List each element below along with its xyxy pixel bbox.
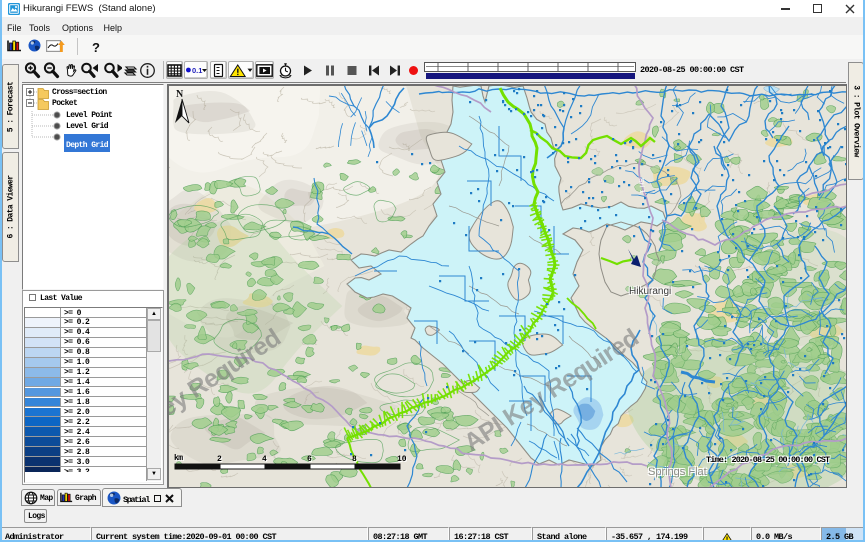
svg-text:Time: 2020-08-25 00:00:00 CST: Time: 2020-08-25 00:00:00 CST [706, 455, 830, 465]
svg-text:10: 10 [397, 455, 407, 464]
svg-text:0.1: 0.1 [192, 66, 202, 75]
svg-text:N: N [176, 89, 184, 100]
svg-text:km: km [174, 454, 183, 463]
svg-text:2: 2 [217, 455, 222, 464]
svg-text:Hikurangi: Hikurangi [629, 286, 671, 297]
svg-text:SH 1: SH 1 [637, 178, 645, 194]
svg-text:6: 6 [307, 455, 312, 464]
svg-text:8: 8 [352, 455, 357, 464]
svg-text:Springs Flat: Springs Flat [648, 466, 707, 478]
svg-text:4: 4 [262, 455, 267, 464]
